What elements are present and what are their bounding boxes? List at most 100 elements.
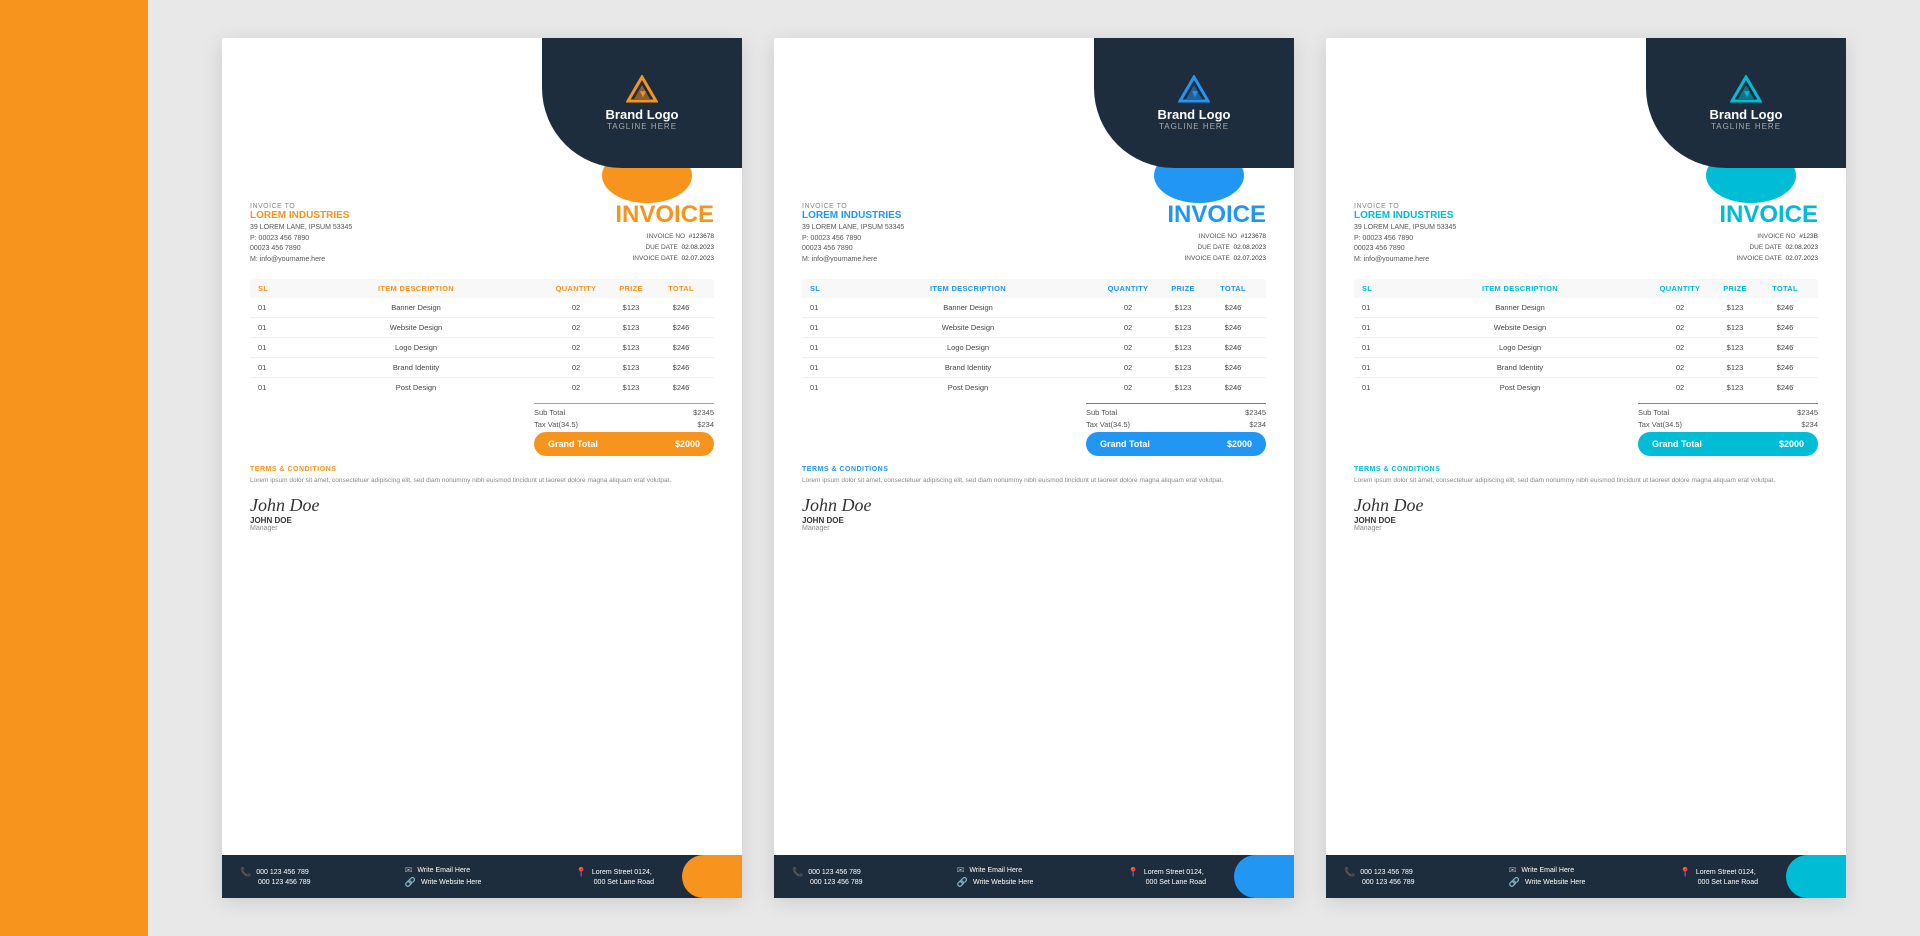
table-row: 01Brand Identity02$123$246 bbox=[802, 358, 1266, 378]
table-row: 01Brand Identity02$123$246 bbox=[1354, 358, 1818, 378]
footer-color-pill bbox=[1786, 855, 1846, 898]
table-cell-3-3: $123 bbox=[606, 363, 656, 372]
grand-total-button[interactable]: Grand Total $2000 bbox=[534, 432, 714, 456]
table-cell-1-4: $246 bbox=[1208, 323, 1258, 332]
phone-number-2: 000 123 456 789 bbox=[258, 879, 311, 886]
table-cell-3-4: $246 bbox=[1208, 363, 1258, 372]
table-cell-2-4: $246 bbox=[1208, 343, 1258, 352]
company-name: LOREM INDUSTRIES bbox=[1354, 210, 1456, 221]
table-header: SLITEM DESCRIPTIONQUANTITYPRIZETOTAL bbox=[802, 279, 1266, 298]
brand-logo-text: Brand Logo bbox=[1710, 107, 1783, 123]
subtotal-line: Sub Total$2345 bbox=[1638, 408, 1818, 417]
totals-inner: Sub Total$2345 Tax Vat(34.5)$234 Grand T… bbox=[534, 403, 714, 456]
footer-phone-2: 000 123 456 789 bbox=[792, 879, 863, 886]
table-cell-3-2: 02 bbox=[1650, 363, 1710, 372]
totals-divider bbox=[1086, 403, 1266, 404]
signature-role: Manager bbox=[802, 525, 1266, 532]
terms-text: Lorem ipsum dolor sit amet, consectetuer… bbox=[1354, 476, 1818, 486]
table-cell-0-3: $123 bbox=[606, 303, 656, 312]
table-cell-0-3: $123 bbox=[1710, 303, 1760, 312]
footer-email-label: Write Email Here bbox=[969, 867, 1022, 874]
invoice-info: INVOICE TO LOREM INDUSTRIES 39 LOREM LAN… bbox=[774, 193, 1294, 271]
table-cell-0-2: 02 bbox=[1098, 303, 1158, 312]
table-cell-4-2: 02 bbox=[1650, 383, 1710, 392]
table-cell-4-0: 01 bbox=[1362, 383, 1390, 392]
table-cell-4-3: $123 bbox=[1158, 383, 1208, 392]
table-header-cell-2: QUANTITY bbox=[546, 284, 606, 293]
footer-email-line: ✉ Write Email Here bbox=[405, 865, 482, 876]
table-row: 01Brand Identity02$123$246 bbox=[250, 358, 714, 378]
footer-email: ✉ Write Email Here 🔗 Write Website Here bbox=[1509, 865, 1586, 888]
signature-name: JOHN DOE bbox=[250, 516, 714, 525]
phone-icon: 📞 bbox=[240, 867, 251, 878]
grand-total-button[interactable]: Grand Total $2000 bbox=[1086, 432, 1266, 456]
card-header: ▼ Brand LogoTAGLINE HERE bbox=[222, 38, 742, 193]
invoice-title: INVOICE bbox=[615, 203, 714, 227]
header-dark-block: ▼ Brand LogoTAGLINE HERE bbox=[1094, 38, 1294, 168]
table-cell-2-0: 01 bbox=[1362, 343, 1390, 352]
footer-address-2: 000 Set Lane Road bbox=[1680, 879, 1758, 886]
table-cell-1-0: 01 bbox=[810, 323, 838, 332]
table-cell-2-1: Logo Design bbox=[286, 343, 546, 352]
table-cell-3-1: Brand Identity bbox=[838, 363, 1098, 372]
brand-tagline: TAGLINE HERE bbox=[1159, 122, 1229, 131]
table-cell-2-2: 02 bbox=[546, 343, 606, 352]
signature-section: John Doe JOHN DOE Manager bbox=[802, 496, 1266, 532]
table-cell-2-3: $123 bbox=[606, 343, 656, 352]
card-footer: 📞 000 123 456 789 000 123 456 789 ✉ Writ… bbox=[222, 855, 742, 898]
invoice-card-orange: ▼ Brand LogoTAGLINE HERE INVOICE TO LORE… bbox=[222, 38, 742, 898]
address-text: 39 LOREM LANE, IPSUM 53345 P: 00023 456 … bbox=[1354, 223, 1456, 265]
table-cell-1-1: Website Design bbox=[286, 323, 546, 332]
table-header-cell-4: TOTAL bbox=[656, 284, 706, 293]
table-cell-4-4: $246 bbox=[656, 383, 706, 392]
svg-text:▼: ▼ bbox=[1742, 89, 1752, 100]
company-name: LOREM INDUSTRIES bbox=[802, 210, 904, 221]
footer-website-label: Write Website Here bbox=[1525, 879, 1585, 886]
table-cell-0-3: $123 bbox=[1158, 303, 1208, 312]
table-header: SLITEM DESCRIPTIONQUANTITYPRIZETOTAL bbox=[1354, 279, 1818, 298]
footer-website-line: 🔗 Write Website Here bbox=[957, 877, 1034, 888]
table-row: 01Logo Design02$123$246 bbox=[250, 338, 714, 358]
terms-label: TERMS & CONDITIONS bbox=[1354, 466, 1818, 473]
grand-total-label: Grand Total bbox=[548, 439, 598, 449]
table-cell-4-2: 02 bbox=[546, 383, 606, 392]
invoice-to-section: INVOICE TO LOREM INDUSTRIES 39 LOREM LAN… bbox=[1354, 203, 1456, 265]
footer-email: ✉ Write Email Here 🔗 Write Website Here bbox=[405, 865, 482, 888]
footer-address-2: 000 Set Lane Road bbox=[1128, 879, 1206, 886]
table-header-cell-0: SL bbox=[258, 284, 286, 293]
location-icon: 📍 bbox=[1128, 867, 1139, 878]
table-cell-3-4: $246 bbox=[1760, 363, 1810, 372]
table-header-cell-0: SL bbox=[810, 284, 838, 293]
svg-text:▼: ▼ bbox=[638, 89, 648, 100]
table-cell-1-0: 01 bbox=[1362, 323, 1390, 332]
card-footer: 📞 000 123 456 789 000 123 456 789 ✉ Writ… bbox=[774, 855, 1294, 898]
grand-total-button[interactable]: Grand Total $2000 bbox=[1638, 432, 1818, 456]
table-cell-0-2: 02 bbox=[546, 303, 606, 312]
table-header-cell-4: TOTAL bbox=[1208, 284, 1258, 293]
totals-divider bbox=[534, 403, 714, 404]
table-cell-0-0: 01 bbox=[258, 303, 286, 312]
table-cell-4-4: $246 bbox=[1760, 383, 1810, 392]
grand-total-value: $2000 bbox=[675, 439, 700, 449]
invoice-title: INVOICE bbox=[1719, 203, 1818, 227]
terms-text: Lorem ipsum dolor sit amet, consectetuer… bbox=[250, 476, 714, 486]
footer-address-1: 📍 Lorem Street 0124, bbox=[1680, 867, 1758, 878]
table-header-cell-4: TOTAL bbox=[1760, 284, 1810, 293]
subtotal-line: Sub Total$2345 bbox=[1086, 408, 1266, 417]
invoice-meta: INVOICE NO #123678 DUE DATE 02.08.2023 I… bbox=[1167, 231, 1266, 264]
table-row: 01Post Design02$123$246 bbox=[802, 378, 1266, 397]
company-name: LOREM INDUSTRIES bbox=[250, 210, 352, 221]
grand-total-value: $2000 bbox=[1779, 439, 1804, 449]
table-cell-3-2: 02 bbox=[1098, 363, 1158, 372]
table-cell-2-2: 02 bbox=[1098, 343, 1158, 352]
table-row: 01Banner Design02$123$246 bbox=[250, 298, 714, 318]
table-cell-3-1: Brand Identity bbox=[286, 363, 546, 372]
table-header: SLITEM DESCRIPTIONQUANTITYPRIZETOTAL bbox=[250, 279, 714, 298]
table-cell-1-1: Website Design bbox=[1390, 323, 1650, 332]
invoice-table: SLITEM DESCRIPTIONQUANTITYPRIZETOTAL01Ba… bbox=[250, 279, 714, 397]
footer-address-1: 📍 Lorem Street 0124, bbox=[576, 867, 654, 878]
table-cell-2-3: $123 bbox=[1158, 343, 1208, 352]
terms-text: Lorem ipsum dolor sit amet, consectetuer… bbox=[802, 476, 1266, 486]
phone-icon: 📞 bbox=[792, 867, 803, 878]
table-cell-1-3: $123 bbox=[1158, 323, 1208, 332]
